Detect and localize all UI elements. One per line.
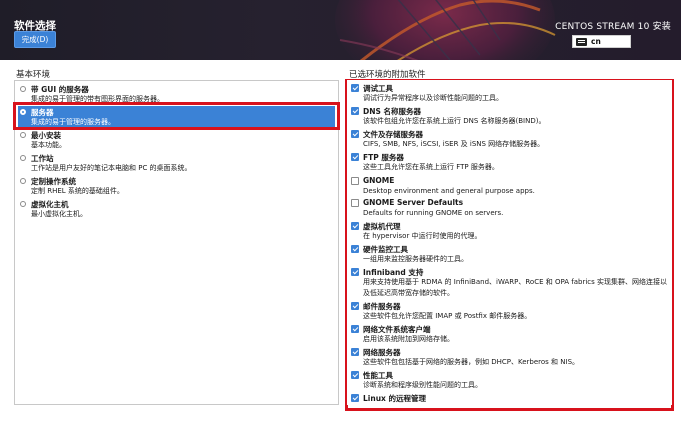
header-decoration (335, 0, 556, 60)
base-environment-title: 基本环境 (16, 70, 51, 80)
checkbox-checked[interactable] (351, 107, 359, 115)
addon-desc: 诊断系统和程序级别性能问题的工具。 (363, 381, 482, 389)
checkbox-checked[interactable] (351, 302, 359, 310)
highlight-box-selected-environment (13, 102, 340, 130)
env-desc: 基本功能。 (31, 141, 66, 149)
checkbox-checked[interactable] (351, 394, 359, 402)
keyboard-icon (576, 37, 587, 46)
addons-list: 调试工具 调试行为异常程序以及诊断性能问题的工具。 DNS 名称服务器 该软件包… (347, 80, 672, 405)
addon-desc: 该软件包组允许您在系统上运行 DNS 名称服务器(BIND)。 (363, 117, 546, 125)
bottom-bar (0, 414, 681, 435)
env-desc: 工作站是用户友好的笔记本电脑和 PC 的桌面系统。 (31, 164, 192, 172)
checkbox-checked[interactable] (351, 153, 359, 161)
checkbox-checked[interactable] (351, 268, 359, 276)
checkbox-checked[interactable] (351, 130, 359, 138)
addon-desc: 这些软件包允许您配置 IMAP 或 Postfix 邮件服务器。 (363, 312, 532, 320)
checkbox-checked[interactable] (351, 84, 359, 92)
checkbox-checked[interactable] (351, 348, 359, 356)
addon-desc: 用来支持使用基于 RDMA 的 InfiniBand、iWARP、RoCE 和 … (363, 278, 668, 297)
addon-desc: 这些工具允许您在系统上运行 FTP 服务器。 (363, 163, 499, 171)
checkbox-checked[interactable] (351, 371, 359, 379)
product-title: CENTOS STREAM 10 安装 (555, 22, 671, 32)
addon-desc: Desktop environment and general purpose … (363, 187, 535, 195)
radio-button[interactable] (20, 132, 26, 138)
keyboard-layout-indicator[interactable]: cn (572, 35, 631, 48)
checkbox-checked[interactable] (351, 325, 359, 333)
checkbox-checked[interactable] (351, 245, 359, 253)
radio-button[interactable] (20, 86, 26, 92)
addon-name: GNOME Server Defaults (363, 198, 464, 207)
addon-desc: CIFS, SMB, NFS, iSCSI, iSER 及 iSNS 网络存储服… (363, 140, 545, 148)
addon-desc: 这些软件包包括基于网络的服务器，例如 DHCP、Kerberos 和 NIS。 (363, 358, 580, 366)
addon-desc: 一组用来监控服务器硬件的工具。 (363, 255, 468, 263)
radio-button[interactable] (20, 178, 26, 184)
radio-button[interactable] (20, 155, 26, 161)
radio-button[interactable] (20, 201, 26, 207)
addon-name: Linux 的远程管理 (363, 394, 426, 403)
env-desc: 定制 RHEL 系统的基础组件。 (31, 187, 124, 195)
addon-desc: 调试行为异常程序以及诊断性能问题的工具。 (363, 94, 503, 102)
addon-desc: 在 hypervisor 中运行时使用的代理。 (363, 232, 482, 240)
header-bar: 软件选择 完成(D) CENTOS STREAM 10 安装 cn (0, 0, 681, 60)
env-desc: 最小虚拟化主机。 (31, 210, 87, 218)
checkbox-unchecked[interactable] (351, 177, 359, 185)
addon-desc: 启用该系统附加到网络存储。 (363, 335, 454, 343)
checkbox-checked[interactable] (351, 222, 359, 230)
addon-desc: Defaults for running GNOME on servers. (363, 209, 504, 217)
addon-name: GNOME (363, 176, 395, 185)
keyboard-layout-label: cn (591, 37, 601, 46)
checkbox-unchecked[interactable] (351, 199, 359, 207)
done-button[interactable]: 完成(D) (14, 31, 56, 48)
